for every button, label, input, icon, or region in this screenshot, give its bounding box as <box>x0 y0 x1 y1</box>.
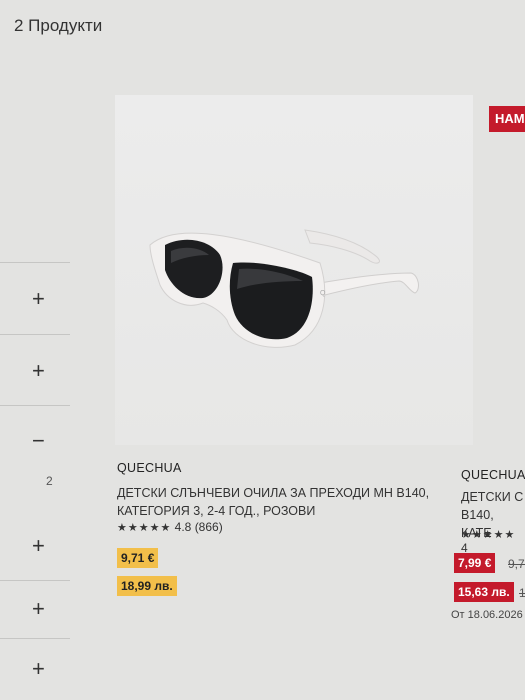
review-count: (866) <box>194 520 223 534</box>
old-price-eur: 9,71 <box>508 557 525 571</box>
offer-date-note: От 18.06.2026 <box>451 609 523 621</box>
expand-plus-icon[interactable]: + <box>32 288 45 310</box>
rating-stars-icon: ★★★★★ <box>461 529 516 541</box>
old-price-bgn: 1 <box>519 586 525 600</box>
product-title[interactable]: ДЕТСКИ С <box>461 488 523 506</box>
expand-plus-icon[interactable]: + <box>32 360 45 382</box>
collapse-minus-icon[interactable]: − <box>32 430 45 452</box>
sale-price-bgn: 15,63 лв. <box>454 582 514 602</box>
price-bgn: 18,99 лв. <box>117 576 177 596</box>
product-image[interactable]: Q <box>115 95 473 445</box>
product-rating: ★★★★★ 4.8 (866) <box>117 520 223 534</box>
filter-count: 2 <box>46 474 53 488</box>
price-eur: 9,71 € <box>117 548 159 568</box>
product-brand[interactable]: QUECHUA <box>461 468 525 482</box>
rating-value: 4.8 <box>174 520 192 534</box>
expand-plus-icon[interactable]: + <box>32 535 45 557</box>
divider <box>0 262 70 263</box>
product-count-heading: 2 Продукти <box>14 16 103 35</box>
expand-plus-icon[interactable]: + <box>32 598 45 620</box>
divider <box>0 405 70 406</box>
product-rating: ★★★★★ 4 <box>461 527 525 555</box>
divider <box>0 334 70 335</box>
divider <box>0 638 70 639</box>
divider <box>0 580 70 581</box>
product-title[interactable]: ДЕТСКИ СЛЪНЧЕВИ ОЧИЛА ЗА ПРЕХОДИ MH B140… <box>117 484 437 520</box>
rating-stars-icon: ★★★★★ <box>117 522 172 534</box>
promo-badge: НАМ <box>489 106 525 132</box>
sale-price-eur: 7,99 € <box>454 553 496 573</box>
product-brand[interactable]: QUECHUA <box>117 461 182 475</box>
sunglasses-icon: Q <box>149 229 419 348</box>
expand-plus-icon[interactable]: + <box>32 658 45 680</box>
svg-text:Q: Q <box>320 290 326 297</box>
